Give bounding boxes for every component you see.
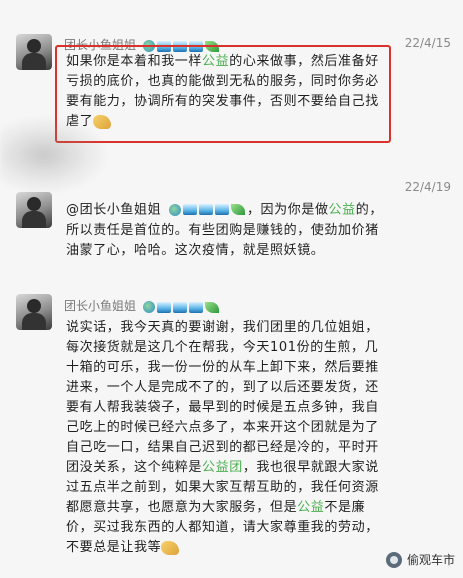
watermark: 偷观车市: [385, 551, 455, 568]
leaf-emoji-icon: [204, 301, 219, 313]
timestamp: 22/4/19: [404, 180, 451, 194]
wave-emoji-icon: [188, 301, 203, 313]
message-text: 如果你是本着和我一样公益的心来做事，然后准备好亏损的底价，也真的能做到无私的服务…: [66, 52, 384, 132]
smudge-decoration: [0, 115, 110, 195]
wave-emoji-icon: [172, 301, 187, 313]
avatar[interactable]: [16, 192, 52, 228]
wave-emoji-icon: [156, 301, 171, 313]
emoji-decoration: [168, 200, 247, 220]
message-text: @团长小鱼姐姐 ，因为你是做公益的，所以责任是首位的。有些团购是赚钱的，使劲加价…: [66, 200, 384, 261]
avatar[interactable]: [16, 294, 52, 330]
message-text: 说实话，我今天真的要谢谢，我们团里的几位姐姐，每次接货就是这几个在帮我，今天10…: [66, 320, 379, 555]
globe-emoji-icon: [142, 301, 155, 313]
emoji-decoration: [142, 300, 221, 314]
avatar[interactable]: [16, 34, 52, 70]
wechat-account-icon: [385, 551, 402, 568]
sender-name: 团长小鱼姐姐: [64, 297, 221, 314]
wave-emoji-icon: [214, 204, 229, 215]
mention-tag[interactable]: @团长小鱼姐姐: [66, 203, 161, 218]
timestamp: 22/4/15: [404, 36, 451, 50]
wave-emoji-icon: [198, 204, 213, 215]
praying-hands-emoji-icon: [161, 540, 180, 555]
leaf-emoji-icon: [230, 204, 245, 215]
globe-emoji-icon: [168, 203, 181, 216]
wave-emoji-icon: [182, 204, 197, 215]
